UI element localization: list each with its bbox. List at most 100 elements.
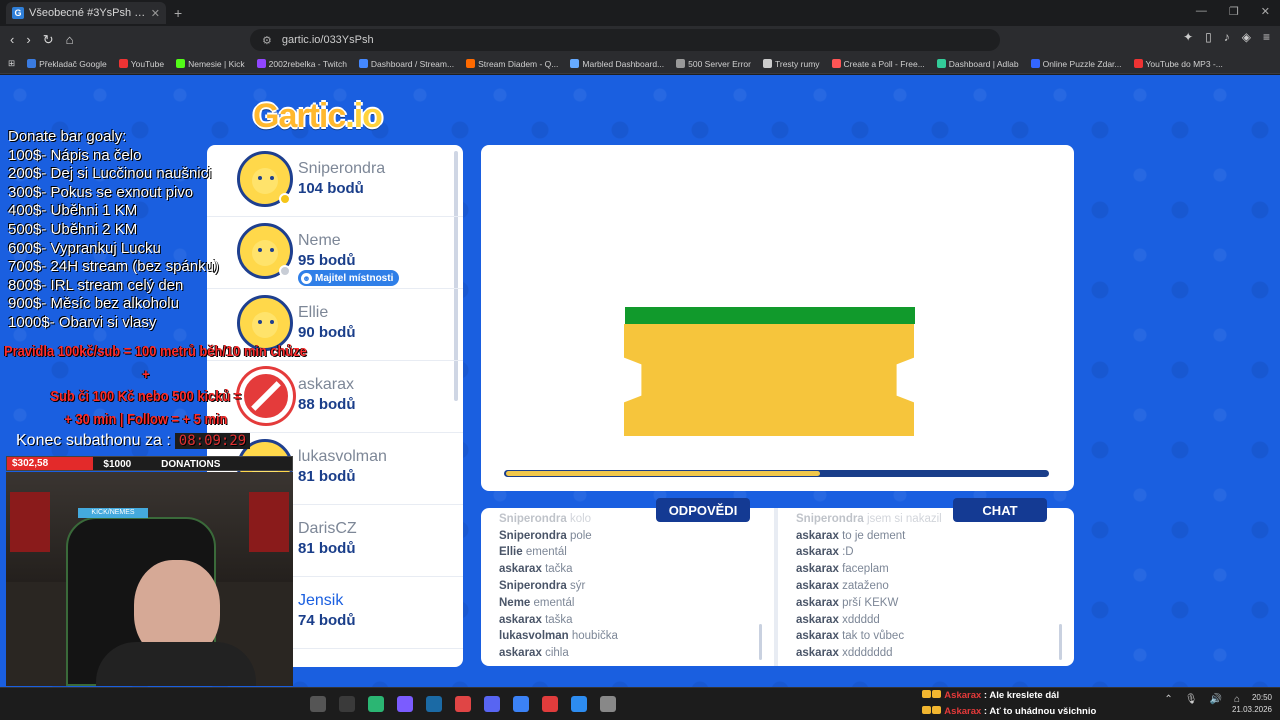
bookmark-label: Dashboard / Stream... — [370, 58, 455, 69]
maximize-icon[interactable]: ❐ — [1229, 5, 1239, 18]
taskbar-app-icon[interactable] — [310, 696, 326, 712]
player-row[interactable]: Neme 95 bodů ☻ Majitel místnosti — [207, 217, 463, 289]
bookmark-item[interactable]: YouTube — [118, 59, 164, 69]
bookmark-item[interactable]: Dashboard | Adlab — [936, 59, 1019, 69]
taskbar-app-icon[interactable] — [513, 696, 529, 712]
apps-grid-icon[interactable]: ⊞ — [8, 58, 15, 69]
bookmark-favicon-icon — [570, 59, 580, 68]
bookmark-item[interactable]: 2002rebelka - Twitch — [256, 59, 347, 69]
bookmark-favicon-icon — [762, 59, 772, 68]
answer-message: Sniperondra pole — [499, 528, 759, 545]
speaker-icon[interactable]: 🔊 — [1210, 694, 1222, 705]
forward-icon[interactable]: › — [26, 32, 30, 48]
player-score: 104 bodů — [298, 180, 364, 197]
answer-message: Ellie ementál — [499, 544, 759, 561]
menu-icon[interactable]: ≡ — [1263, 30, 1270, 44]
goal-line: 100$- Nápis na čelo — [8, 146, 142, 164]
clock[interactable]: 20:50 21.03.2026 — [1232, 692, 1272, 716]
sidebar-icon[interactable]: ▯ — [1205, 30, 1212, 44]
player-name: Jensik — [298, 592, 344, 609]
chat-tab[interactable]: CHAT — [953, 498, 1047, 522]
taskbar-app-icon[interactable] — [455, 696, 471, 712]
bookmark-favicon-icon — [358, 59, 368, 68]
chat-alert: Askarax : Ať to uhádnou všichnio — [922, 704, 1122, 720]
alert-text: : Ale kreslete dál — [983, 690, 1060, 701]
browser-tab[interactable]: G Všeobecné #3YsPsh (Čeština) - G ✕ — [6, 2, 166, 24]
answer-user: askarax — [499, 563, 542, 576]
avatar-eye — [270, 176, 274, 180]
chat-message: askarax faceplam — [796, 561, 1056, 578]
goal-line: 800$- IRL stream celý den — [8, 276, 184, 294]
bookmark-item[interactable]: Stream Diadem - Q... — [466, 59, 558, 69]
chat-user: askarax — [796, 630, 839, 643]
taskbar-app-icon[interactable] — [397, 696, 413, 712]
taskbar-app-icon[interactable] — [600, 696, 616, 712]
chat-user: askarax — [796, 529, 839, 542]
bookmark-item[interactable]: Create a Poll - Free... — [831, 59, 925, 69]
bookmark-item[interactable]: Tresty rumy — [762, 59, 820, 69]
player-status-dot — [279, 265, 291, 277]
bookmark-item[interactable]: Dashboard / Stream... — [358, 58, 455, 69]
answers-tab[interactable]: ODPOVĚDI — [656, 498, 750, 522]
bookmark-item[interactable]: Překladač Google — [27, 59, 107, 69]
media-icon[interactable]: ♪ — [1224, 30, 1230, 44]
site-info-icon[interactable]: ⚙ — [262, 34, 272, 47]
answer-text: cihla — [545, 647, 569, 660]
bookmark-favicon-icon — [1133, 59, 1143, 68]
answer-message: askarax cihla — [499, 645, 759, 662]
answer-text: taška — [545, 613, 573, 626]
bookmark-item[interactable]: Nemesie | Kick — [176, 59, 245, 69]
subathon-rules: Pravidla 100kč/sub = 100 metrů běh/10 mi… — [4, 341, 307, 431]
donation-current: $302,58 — [12, 458, 49, 469]
chevron-up-icon[interactable]: ⌃ — [1164, 694, 1172, 705]
bookmark-item[interactable]: YouTube do MP3 -... — [1133, 59, 1223, 69]
round-timer-bar — [504, 470, 1049, 477]
chat-text: jsem si nakazil — [866, 512, 942, 525]
chat-message: askarax tak to vůbec — [796, 628, 1056, 645]
goal-line: 500$- Uběhni 2 KM — [8, 220, 138, 238]
chat-scrollbar[interactable] — [1059, 624, 1062, 660]
taskbar-app-icon[interactable] — [484, 696, 500, 712]
screen: { "browser": { "tab_title": "Všeobecné #… — [0, 0, 1280, 720]
taskbar-app-icon[interactable] — [571, 696, 587, 712]
answer-text: tačka — [545, 563, 573, 576]
rule-line: + — [142, 365, 150, 383]
taskbar-app-icon[interactable] — [339, 696, 355, 712]
chat-message: askarax to je dement — [796, 528, 1056, 545]
taskbar-app-icon[interactable] — [542, 696, 558, 712]
chat-message: askarax prší KEKW — [796, 595, 1056, 612]
alert-user: Askarax — [944, 706, 982, 717]
extensions-icon[interactable]: ✦ — [1183, 30, 1193, 44]
goal-line: 300$- Pokus se exnout pivo — [8, 183, 194, 201]
reload-icon[interactable]: ↻ — [43, 32, 54, 48]
player-name: DarisCZ — [298, 520, 357, 537]
answer-message: Neme ementál — [499, 595, 759, 612]
minimize-icon[interactable]: — — [1196, 5, 1207, 18]
bookmark-item[interactable]: Online Puzzle Zdar... — [1030, 59, 1122, 69]
avatar-face — [252, 312, 278, 338]
subathon-countdown: Konec subathonu za :08:09:29 — [16, 432, 251, 450]
answers-scrollbar[interactable] — [759, 624, 762, 660]
donation-max: $1000 — [103, 459, 132, 470]
close-tab-icon[interactable]: ✕ — [151, 7, 160, 20]
microphone-icon[interactable]: 🎙 — [1185, 694, 1198, 705]
gartic-logo[interactable]: Gartic.io — [253, 97, 383, 136]
drawing-canvas[interactable] — [481, 145, 1074, 491]
home-icon[interactable]: ⌂ — [66, 32, 74, 48]
chat-text: zataženo — [842, 580, 889, 593]
bookmark-favicon-icon — [176, 59, 186, 68]
bookmark-item[interactable]: 500 Server Error — [676, 59, 751, 69]
taskbar-app-icon[interactable] — [368, 696, 384, 712]
rule-line: + 30 min | Follow = + 5 min — [64, 410, 228, 428]
bookmark-favicon-icon — [676, 59, 686, 68]
window-controls: — ❐ ✕ — [1196, 5, 1270, 18]
wallet-icon[interactable]: ◈ — [1242, 30, 1251, 44]
back-icon[interactable]: ‹ — [10, 32, 14, 48]
new-tab-button[interactable]: + — [174, 5, 182, 21]
player-row[interactable]: Sniperondra 104 bodů — [207, 145, 463, 217]
url-field[interactable]: ⚙ gartic.io/033YsPsh — [250, 29, 1000, 51]
bookmark-item[interactable]: Marbled Dashboard... — [570, 59, 664, 69]
taskbar-app-icon[interactable] — [426, 696, 442, 712]
player-name: Sniperondra — [298, 160, 386, 177]
close-window-icon[interactable]: ✕ — [1261, 5, 1270, 18]
